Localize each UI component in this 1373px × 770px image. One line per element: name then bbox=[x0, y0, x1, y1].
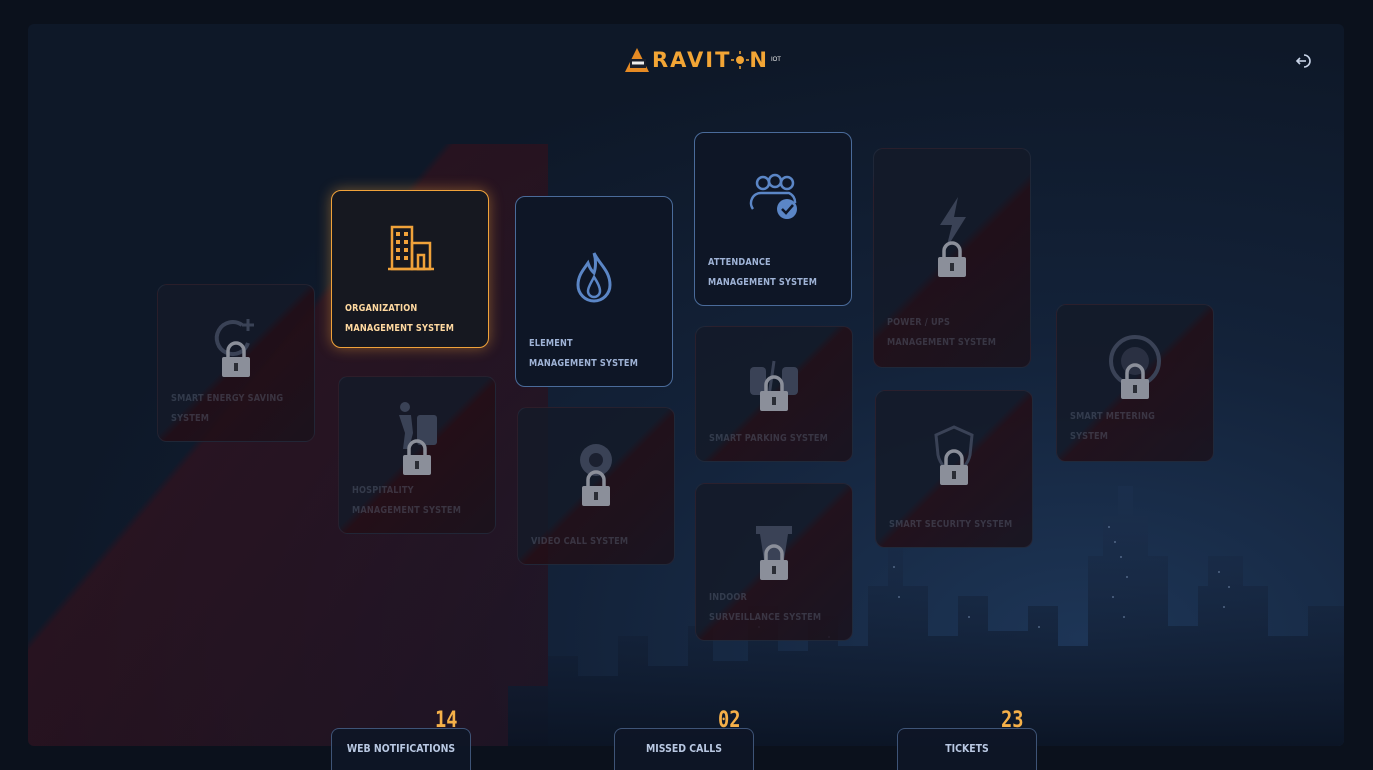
tile-organization-management[interactable]: ORGANIZATION MANAGEMENT SYSTEM bbox=[331, 190, 489, 348]
tile-power-ups-management[interactable]: POWER / UPS MANAGEMENT SYSTEM bbox=[873, 148, 1031, 368]
tickets-button[interactable]: TICKETS bbox=[897, 728, 1037, 770]
sun-icon bbox=[731, 51, 750, 69]
stat-tickets: 23 TICKETS bbox=[897, 708, 1037, 770]
tile-indoor-surveillance[interactable]: INDOOR SURVEILLANCE SYSTEM bbox=[695, 483, 853, 641]
logout-button[interactable] bbox=[1294, 50, 1316, 72]
tile-hospitality-management[interactable]: HOSPITALITY MANAGEMENT SYSTEM bbox=[338, 376, 496, 534]
lock-icon bbox=[403, 439, 431, 475]
tile-label: POWER / UPS MANAGEMENT SYSTEM bbox=[887, 317, 997, 348]
logo-text: RAVIT bbox=[652, 48, 732, 72]
tile-label: HOSPITALITY MANAGEMENT SYSTEM bbox=[352, 485, 462, 516]
lock-icon bbox=[938, 241, 966, 277]
tile-attendance-management[interactable]: ATTENDANCE MANAGEMENT SYSTEM bbox=[694, 132, 852, 306]
tile-label: SMART PARKING SYSTEM bbox=[709, 433, 828, 444]
logo-text-suffix: N bbox=[749, 48, 769, 72]
lock-icon bbox=[940, 449, 968, 485]
tile-label: ELEMENT MANAGEMENT SYSTEM bbox=[529, 338, 639, 369]
tile-label: VIDEO CALL SYSTEM bbox=[531, 536, 629, 547]
logout-icon bbox=[1295, 54, 1311, 68]
missed-calls-label: MISSED CALLS bbox=[646, 742, 722, 755]
tile-smart-energy-saving[interactable]: SMART ENERGY SAVING SYSTEM bbox=[157, 284, 315, 442]
lock-icon bbox=[760, 375, 788, 411]
tile-smart-metering[interactable]: SMART METERING SYSTEM bbox=[1056, 304, 1214, 462]
tile-label: ORGANIZATION MANAGEMENT SYSTEM bbox=[345, 303, 455, 334]
graviton-logo: RAVIT N IOT bbox=[622, 42, 781, 78]
logo-superscript: IOT bbox=[770, 57, 781, 63]
stat-missed-calls: 02 MISSED CALLS bbox=[614, 708, 754, 770]
tile-label: INDOOR SURVEILLANCE SYSTEM bbox=[709, 592, 822, 623]
stat-web-notifications: 14 WEB NOTIFICATIONS bbox=[331, 708, 471, 770]
tile-element-management[interactable]: ELEMENT MANAGEMENT SYSTEM bbox=[515, 196, 673, 387]
tile-video-call-system[interactable]: VIDEO CALL SYSTEM bbox=[517, 407, 675, 565]
group-check-icon bbox=[749, 173, 797, 219]
web-notifications-label: WEB NOTIFICATIONS bbox=[346, 742, 456, 755]
lock-icon bbox=[1121, 363, 1149, 399]
tile-smart-parking[interactable]: SMART PARKING SYSTEM bbox=[695, 326, 853, 462]
tickets-label: TICKETS bbox=[945, 742, 989, 755]
lock-icon bbox=[760, 544, 788, 580]
tile-label: ATTENDANCE MANAGEMENT SYSTEM bbox=[708, 257, 818, 288]
lock-icon bbox=[222, 341, 250, 377]
tile-label: SMART METERING SYSTEM bbox=[1070, 411, 1156, 442]
web-notifications-button[interactable]: WEB NOTIFICATIONS bbox=[331, 728, 471, 770]
lock-icon bbox=[582, 470, 610, 506]
tile-label: SMART SECURITY SYSTEM bbox=[889, 519, 1013, 530]
building-icon bbox=[388, 225, 434, 271]
tile-label: SMART ENERGY SAVING SYSTEM bbox=[171, 393, 284, 424]
flame-icon bbox=[576, 252, 612, 303]
graviton-logo-icon bbox=[625, 48, 649, 72]
tile-smart-security[interactable]: SMART SECURITY SYSTEM bbox=[875, 390, 1033, 548]
missed-calls-button[interactable]: MISSED CALLS bbox=[614, 728, 754, 770]
